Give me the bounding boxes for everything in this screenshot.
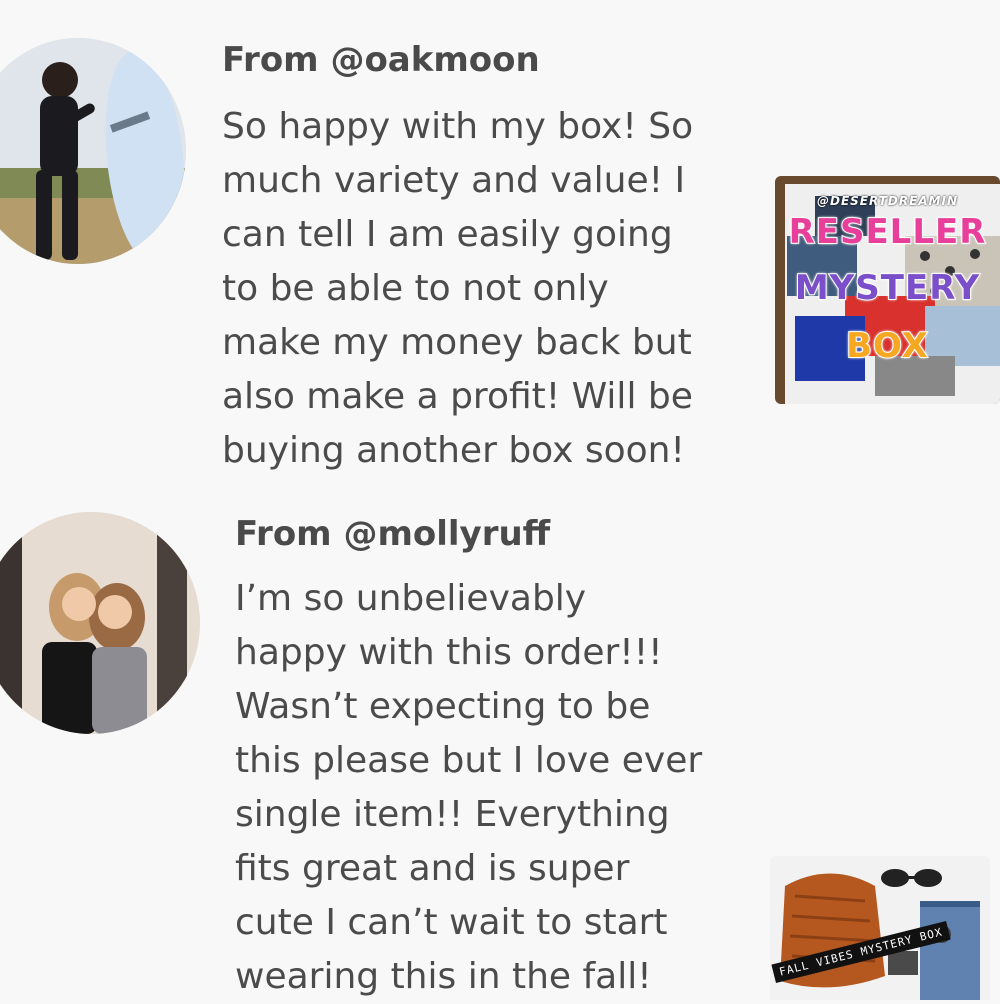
avatar-photo-surfer [0,38,186,264]
review-username[interactable]: From @mollyruff [235,514,550,554]
thumbnail-word: MYSTERY [794,267,981,309]
avatar[interactable] [0,512,200,734]
review-text: I’m so unbelievably happy with this orde… [235,578,703,997]
review-text: So happy with my box! So much variety an… [222,106,694,471]
thumbnail-handle: @DESERTDREAMIN [816,194,959,208]
fall-box-photo [770,856,990,1000]
thumbnail-word: RESELLER [788,211,987,253]
product-thumbnail[interactable]: @DESERTDREAMIN RESELLER MYSTERY BOX [775,176,1000,404]
review-username[interactable]: From @oakmoon [222,40,540,80]
thumbnail-word: BOX [845,325,929,367]
product-thumbnail[interactable]: FALL VIBES MYSTERY BOX [770,856,990,1000]
avatar[interactable] [0,38,186,264]
avatar-photo-two-girls [0,512,200,734]
